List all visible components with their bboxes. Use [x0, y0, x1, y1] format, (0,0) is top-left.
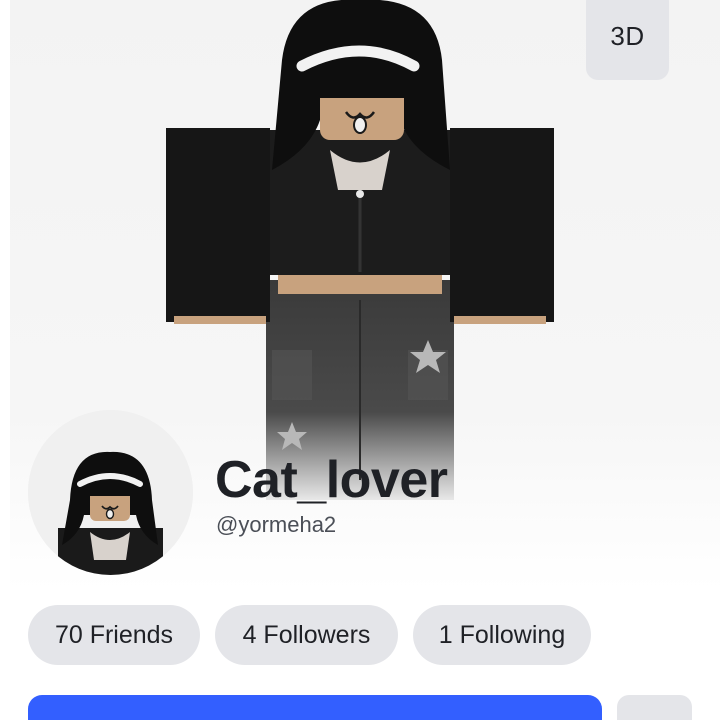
following-count-button[interactable]: 1 Following: [413, 605, 591, 665]
avatar-3d-figure: [166, 0, 554, 500]
avatar-headshot-image: [28, 410, 193, 575]
username: @yormeha2: [216, 512, 337, 537]
primary-action-button[interactable]: [28, 695, 602, 720]
display-name: Cat_lover: [215, 451, 448, 509]
view-3d-button[interactable]: 3D: [586, 0, 669, 80]
hero-edge: [0, 0, 10, 590]
friends-count-button[interactable]: 70 Friends: [28, 605, 200, 665]
more-options-button[interactable]: [617, 695, 692, 720]
followers-count-button[interactable]: 4 Followers: [215, 605, 398, 665]
avatar-headshot[interactable]: [28, 410, 193, 575]
